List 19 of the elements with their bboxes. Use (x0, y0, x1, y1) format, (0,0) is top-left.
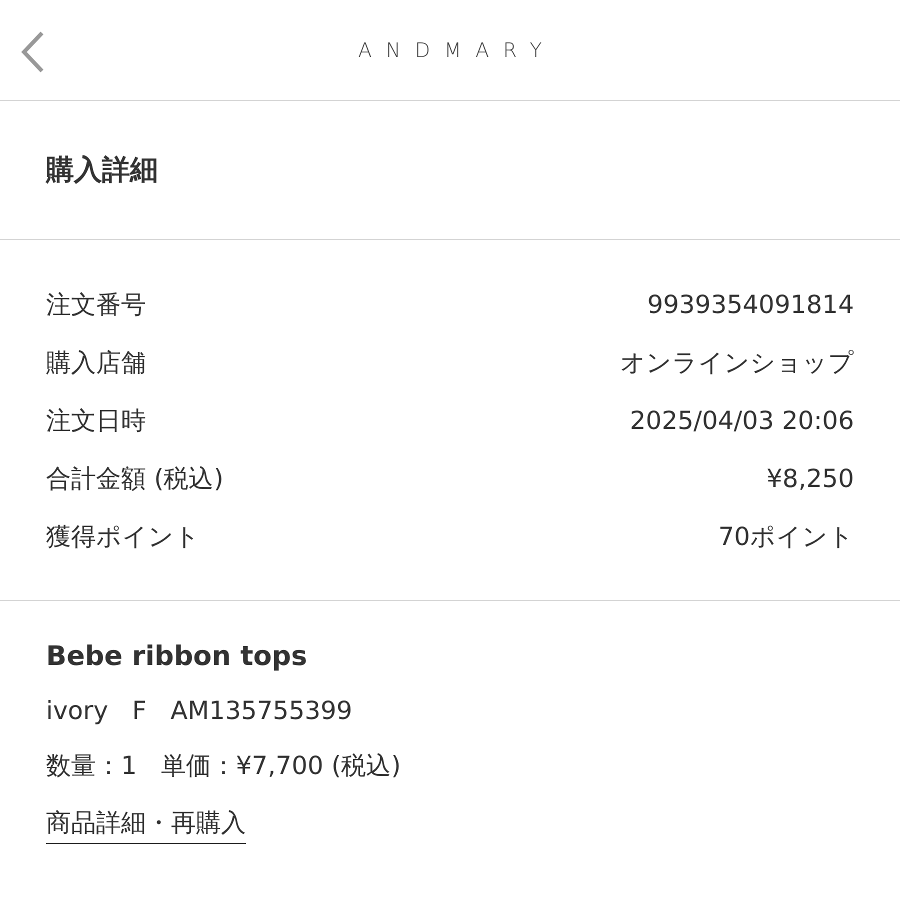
detail-value: 9939354091814 (647, 290, 854, 318)
detail-value: ¥8,250 (766, 464, 854, 492)
page-title: 購入詳細 (0, 101, 900, 240)
brand-logo: ANDMARY (358, 38, 556, 62)
detail-label: 獲得ポイント (46, 520, 200, 552)
price-text: 数量：1 (46, 750, 137, 782)
product-spec: AM135755399 (170, 696, 352, 725)
detail-label: 注文日時 (46, 404, 146, 436)
detail-value: 2025/04/03 20:06 (630, 406, 854, 434)
product-spec: F (132, 696, 146, 725)
detail-value: 70ポイント (718, 520, 854, 552)
detail-label: 購入店舗 (46, 346, 146, 378)
detail-value: オンラインショップ (620, 346, 854, 378)
detail-label: 注文番号 (46, 288, 146, 320)
product-spec: ivory (46, 696, 108, 725)
detail-label: 合計金額 (税込) (46, 462, 224, 494)
product-detail-link[interactable]: 商品詳細・再購入 (46, 806, 246, 844)
product-name: Bebe ribbon tops (46, 641, 308, 672)
price-text: 単価：¥7,700 (税込) (160, 750, 401, 782)
